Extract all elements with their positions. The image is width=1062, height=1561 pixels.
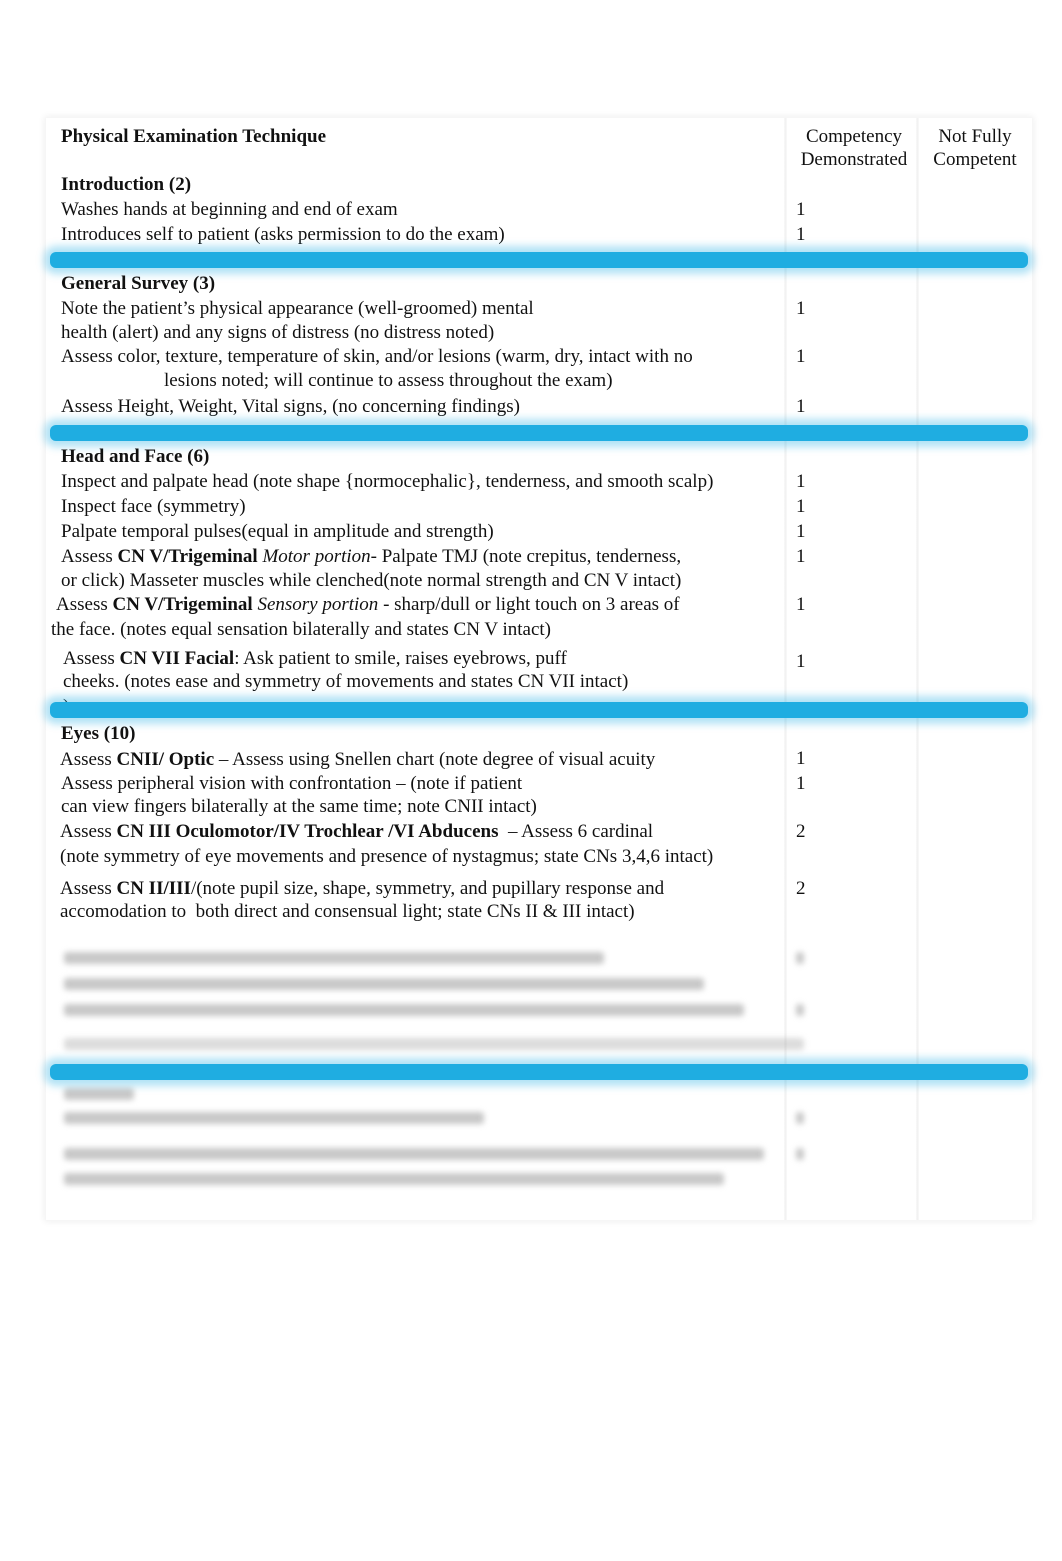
nerve-name: CN III Oculomotor/IV Trochlear /VI Abduc… [116,821,499,842]
item-text: Assess CN VII Facial: Ask patient to smi… [63,647,567,671]
item-score: 1 [796,298,806,319]
item-text: Assess Height, Weight, Vital signs, (no … [61,396,520,417]
section-title-introduction: Introduction (2) [61,174,192,195]
portion-label: Motor portion [257,546,371,567]
text-run: Assess [56,594,113,615]
item-text: Inspect face (symmetry) [61,496,246,517]
item-text: Assess CN V/Trigeminal Motor portion- Pa… [61,545,681,569]
obscured-line [64,1038,804,1050]
column-header-not-fully-competent: Not Fully Competent [922,125,1028,171]
section-divider-band [50,252,1028,268]
section-title-head-and-face: Head and Face (6) [61,446,210,467]
obscured-score [796,1148,804,1160]
item-text: health (alert) and any signs of distress… [61,322,495,343]
item-score: 1 [796,521,806,542]
item-score: 1 [796,224,806,245]
item-text: Introduces self to patient (asks permiss… [61,224,505,245]
nerve-name: CN V/Trigeminal [112,594,253,615]
section-title-eyes: Eyes (10) [61,723,136,744]
column-header-competency: Competency Demonstrated [791,125,917,171]
text-run: Assess [61,546,118,567]
item-text: cheeks. (notes ease and symmetry of move… [63,671,629,692]
nerve-name: CN II/III [116,878,191,899]
text-run: - sharp/dull or light touch on 3 areas o… [378,594,680,615]
header-line: Demonstrated [800,149,908,170]
item-score: 1 [796,471,806,492]
section-title-general-survey: General Survey (3) [61,273,216,294]
obscured-line [64,1173,724,1185]
item-text: Assess CN III Oculomotor/IV Trochlear /V… [60,820,653,844]
portion-label: Sensory portion [252,594,379,615]
item-score: 2 [796,821,806,842]
text-run: Assess [60,821,117,842]
item-text: lesions noted; will continue to assess t… [164,370,613,391]
text-run: Assess [60,878,117,899]
section-divider-band [50,1064,1028,1080]
item-text: Assess color, texture, temperature of sk… [61,346,693,367]
item-text: accomodation to both direct and consensu… [60,901,635,922]
competency-table: Physical Examination Technique Competenc… [46,118,1032,1220]
item-score: 1 [796,496,806,517]
obscured-score [796,1004,804,1016]
item-score: 1 [796,199,806,220]
obscured-content [46,938,1032,1228]
item-score: 1 [796,546,806,567]
item-text: Assess CN II/III/(note pupil size, shape… [60,877,664,901]
obscured-line [64,978,704,990]
item-text: Assess CN V/Trigeminal Sensory portion -… [56,593,680,617]
obscured-line [64,1148,764,1160]
text-run: Assess [63,648,120,669]
item-score: 1 [796,748,806,769]
item-score: 1 [796,346,806,367]
obscured-score [796,952,804,964]
item-score: 1 [796,773,806,794]
item-text: or click) Masseter muscles while clenche… [61,570,682,591]
nerve-name: CN V/Trigeminal [117,546,258,567]
text-run: /(note pupil size, shape, symmetry, and … [190,878,665,899]
item-text: the face. (notes equal sensation bilater… [51,619,552,640]
text-run: – Assess using Snellen chart (note degre… [214,749,656,770]
nerve-name: CNII/ Optic [116,749,215,770]
text-run: – Assess 6 cardinal [498,821,654,842]
item-text: Inspect and palpate head (note shape {no… [61,471,714,492]
header-line: Competency [805,126,903,147]
header-line: Not Fully [938,126,1012,147]
item-text: Palpate temporal pulses(equal in amplitu… [61,521,494,542]
item-score: 2 [796,878,806,899]
obscured-score [796,1112,804,1124]
item-text: Assess peripheral vision with confrontat… [61,773,523,794]
obscured-line [64,1088,134,1100]
item-text: Note the patient’s physical appearance (… [61,298,534,319]
text-run: : Ask patient to smile, raises eyebrows,… [234,648,567,669]
obscured-line [64,952,604,964]
table-title: Physical Examination Technique [61,126,327,147]
text-run: Assess [60,749,117,770]
section-divider-band [50,425,1028,441]
item-score: 1 [796,396,806,417]
header-line: Competent [933,149,1017,170]
text-run: - Palpate TMJ (note crepitus, tenderness… [370,546,682,567]
item-score: 1 [796,594,806,615]
section-divider-band [50,702,1028,718]
item-text: Washes hands at beginning and end of exa… [61,199,398,220]
item-text: (note symmetry of eye movements and pres… [60,846,714,867]
item-text: Assess CNII/ Optic – Assess using Snelle… [60,748,655,772]
obscured-line [64,1004,744,1016]
nerve-name: CN VII Facial [119,648,235,669]
obscured-line [64,1112,484,1124]
item-score: 1 [796,651,806,672]
item-text: can view fingers bilaterally at the same… [61,796,537,817]
